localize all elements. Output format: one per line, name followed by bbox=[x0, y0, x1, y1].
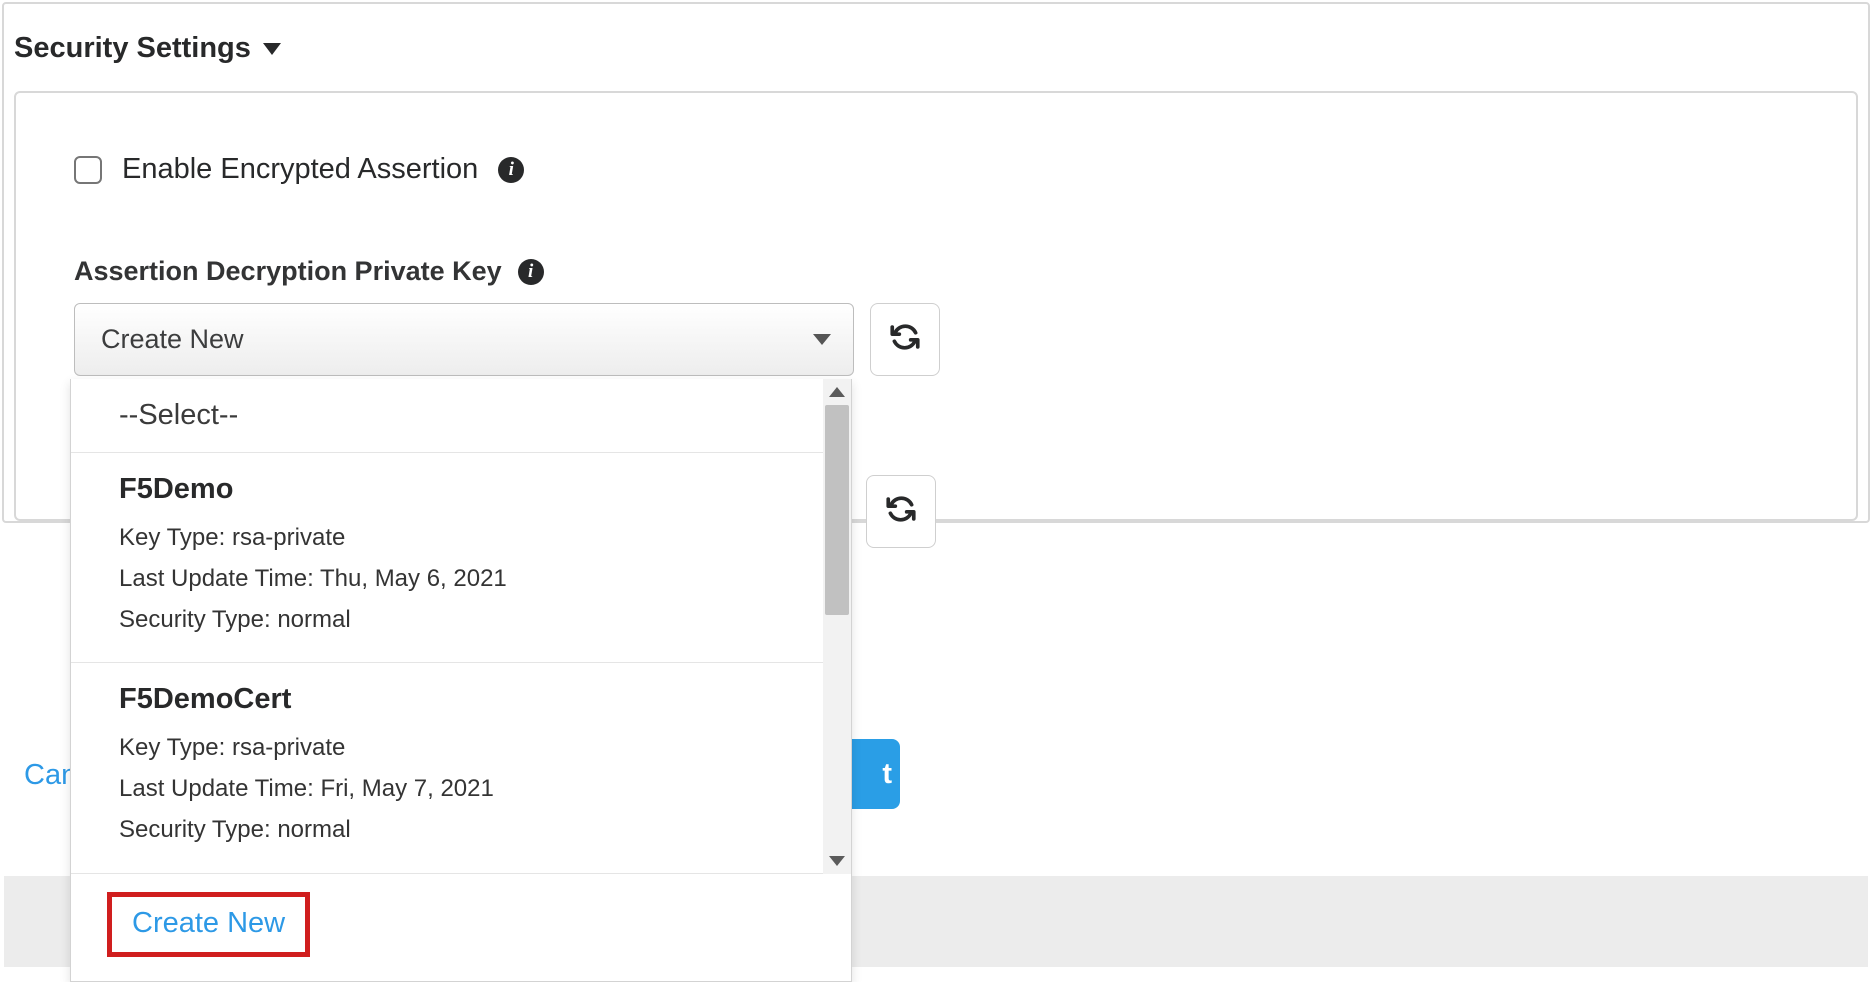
enable-encrypted-label: Enable Encrypted Assertion bbox=[122, 153, 478, 186]
section-header[interactable]: Security Settings bbox=[14, 12, 1858, 91]
caret-down-icon bbox=[263, 43, 281, 55]
refresh-button-2-wrapper bbox=[866, 475, 936, 548]
info-icon[interactable]: i bbox=[498, 157, 524, 183]
refresh-button-2[interactable] bbox=[866, 475, 936, 548]
refresh-icon bbox=[884, 494, 918, 529]
private-key-select[interactable]: Create New bbox=[74, 303, 854, 376]
select-value: Create New bbox=[101, 324, 244, 355]
refresh-icon bbox=[888, 322, 922, 357]
dropdown-scroll[interactable]: --Select-- F5Demo Key Type: rsa-private … bbox=[71, 379, 851, 874]
scroll-up-icon[interactable] bbox=[823, 379, 851, 405]
scrollbar[interactable] bbox=[823, 379, 851, 874]
option-meta: Key Type: rsa-private Last Update Time: … bbox=[119, 728, 803, 850]
enable-encrypted-checkbox[interactable] bbox=[74, 156, 102, 184]
option-name: F5Demo bbox=[119, 473, 803, 506]
dropdown-footer: Create New bbox=[71, 874, 851, 981]
private-key-label: Assertion Decryption Private Key bbox=[74, 256, 502, 287]
private-key-dropdown: --Select-- F5Demo Key Type: rsa-private … bbox=[70, 379, 852, 982]
refresh-button[interactable] bbox=[870, 303, 940, 376]
option-name: F5DemoCert bbox=[119, 683, 803, 716]
dropdown-placeholder[interactable]: --Select-- bbox=[71, 379, 851, 453]
dropdown-option[interactable]: F5Demo Key Type: rsa-private Last Update… bbox=[71, 453, 851, 663]
scroll-down-icon[interactable] bbox=[823, 848, 851, 874]
enable-encrypted-row: Enable Encrypted Assertion i bbox=[74, 153, 1798, 186]
private-key-label-row: Assertion Decryption Private Key i bbox=[74, 256, 1798, 287]
info-icon[interactable]: i bbox=[518, 259, 544, 285]
scroll-thumb[interactable] bbox=[825, 405, 849, 615]
create-new-option[interactable]: Create New bbox=[107, 892, 310, 957]
dropdown-option[interactable]: F5DemoCert Key Type: rsa-private Last Up… bbox=[71, 663, 851, 873]
private-key-select-row: Create New bbox=[74, 303, 1798, 376]
section-title: Security Settings bbox=[14, 32, 251, 65]
chevron-down-icon bbox=[813, 334, 831, 345]
option-meta: Key Type: rsa-private Last Update Time: … bbox=[119, 518, 803, 640]
